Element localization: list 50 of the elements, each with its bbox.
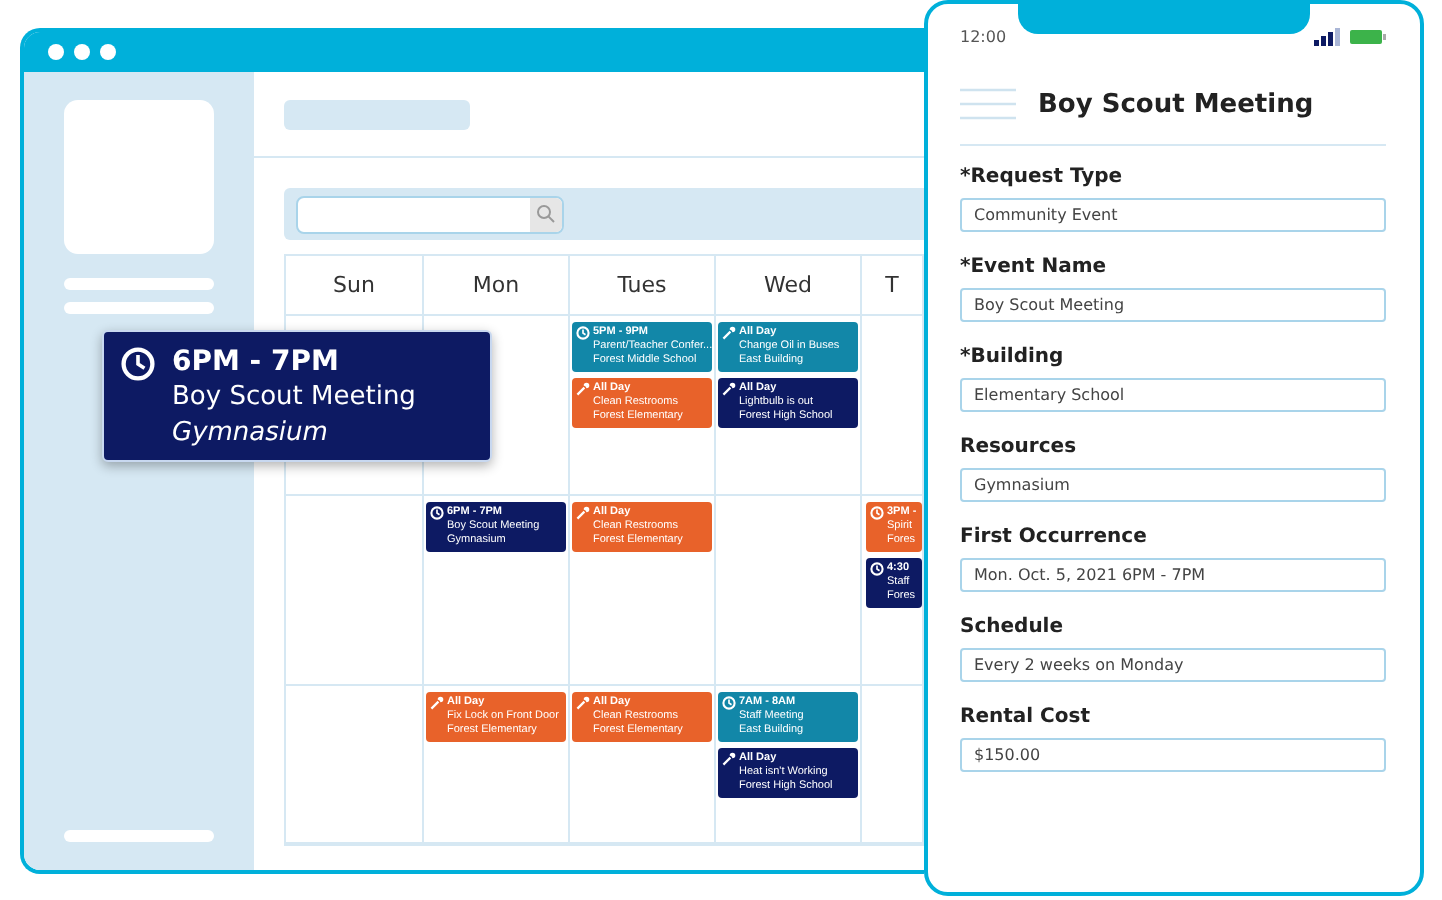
wrench-icon xyxy=(576,506,590,520)
field-label: *Event Name xyxy=(960,256,1109,278)
menu-placeholder[interactable] xyxy=(64,302,214,314)
day-header: Sun xyxy=(286,256,424,316)
battery-icon xyxy=(1350,29,1386,43)
input-field[interactable]: $150.00 xyxy=(960,738,1386,772)
search-field[interactable] xyxy=(296,195,564,233)
wrench-icon xyxy=(722,382,736,396)
field-label: Rental Cost xyxy=(960,706,1092,728)
form-title: Boy Scout Meeting xyxy=(1038,89,1314,119)
status-clock: 12:00 xyxy=(960,27,1007,45)
input-field[interactable]: Elementary School xyxy=(960,378,1386,412)
menu-icon[interactable] xyxy=(960,88,1016,120)
field-label: Resources xyxy=(960,436,1079,458)
clock-icon xyxy=(722,696,736,710)
day-header: Mon xyxy=(424,256,570,316)
event-time: 6PM - 7PM xyxy=(172,344,341,380)
field-label: *Request Type xyxy=(960,166,1125,188)
window-dot[interactable] xyxy=(48,44,64,60)
calendar-cell[interactable] xyxy=(286,496,424,686)
event-location: Gymnasium xyxy=(172,416,330,452)
clock-icon xyxy=(576,326,590,340)
field-label: Schedule xyxy=(960,616,1066,638)
menu-placeholder[interactable] xyxy=(64,830,214,842)
clock-icon xyxy=(870,506,884,520)
window-dot[interactable] xyxy=(74,44,90,60)
calendar-cell[interactable] xyxy=(716,496,862,686)
input-field[interactable]: Boy Scout Meeting xyxy=(960,288,1386,322)
input-field[interactable]: Every 2 weeks on Monday xyxy=(960,648,1386,682)
input-field[interactable]: Mon. Oct. 5, 2021 6PM - 7PM xyxy=(960,558,1386,592)
field-label: *Building xyxy=(960,346,1066,368)
wrench-icon xyxy=(576,696,590,710)
calendar-cell[interactable] xyxy=(286,686,424,844)
input-field[interactable]: Gymnasium xyxy=(960,468,1386,502)
day-header: Tues xyxy=(570,256,716,316)
clock-icon xyxy=(870,562,884,576)
clock-icon xyxy=(120,346,156,382)
window-dot[interactable] xyxy=(100,44,116,60)
search-icon[interactable] xyxy=(536,204,556,224)
wrench-icon xyxy=(722,326,736,340)
menu-placeholder[interactable] xyxy=(64,278,214,290)
field-label: First Occurrence xyxy=(960,526,1149,548)
input-field[interactable]: Community Event xyxy=(960,198,1386,232)
clock-icon xyxy=(430,506,444,520)
signal-icon xyxy=(1314,27,1340,45)
wrench-icon xyxy=(722,752,736,766)
wrench-icon xyxy=(430,696,444,710)
wrench-icon xyxy=(576,382,590,396)
event-title: Boy Scout Meeting xyxy=(172,380,416,416)
day-header: Wed xyxy=(716,256,862,316)
